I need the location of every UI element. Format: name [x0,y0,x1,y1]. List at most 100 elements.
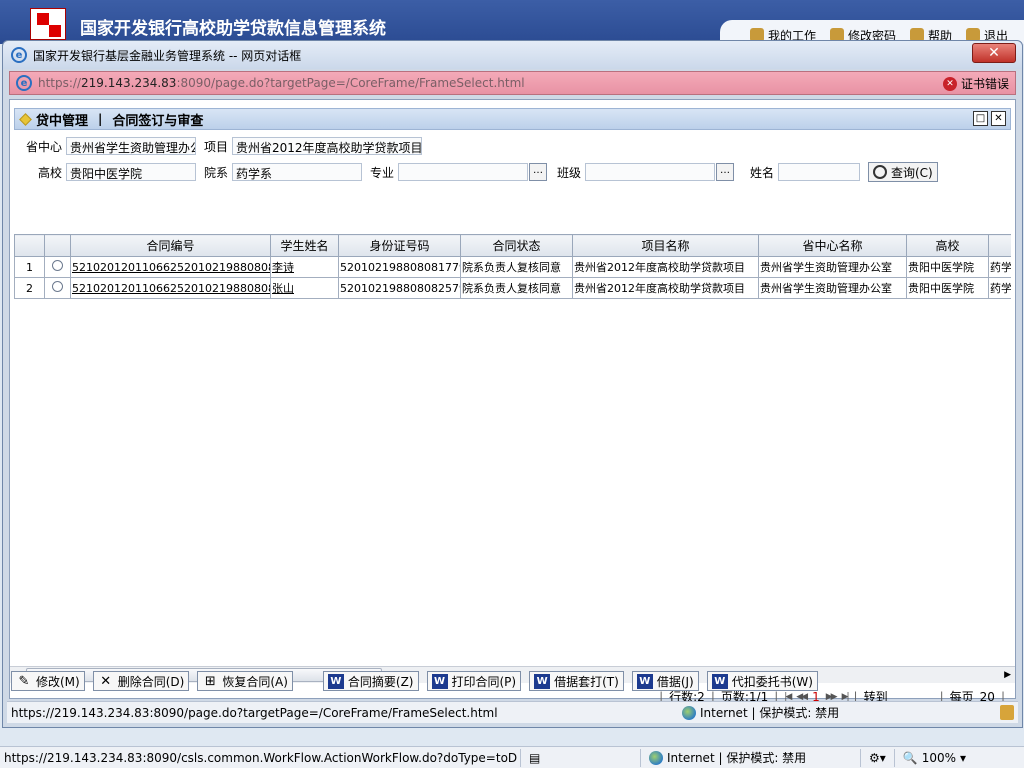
department-field[interactable]: 药学系 [232,163,362,181]
status-tools[interactable]: ⚙▾ [860,748,894,767]
restore-icon: ⊞ [204,673,216,689]
department-label: 院系 [203,165,228,180]
extra-cell: 药学 [988,277,1011,299]
class-label: 班级 [556,165,581,180]
magnifier-icon [873,165,887,179]
header-index [14,234,45,257]
contract-summary-button[interactable]: W 合同摘要(Z) [322,671,419,691]
panel-close-button[interactable]: ✕ [991,111,1006,126]
browser-status-bar: https://219.143.234.83:8090/csls.common.… [0,746,1024,768]
class-picker-button[interactable]: … [716,163,734,181]
id-number-cell: 520102198808081779 [338,256,461,278]
header-extra[interactable] [988,234,1011,257]
first-page-icon[interactable]: |◀ [784,692,792,702]
cert-error-icon: ✕ [942,76,957,91]
college-cell: 贵阳中医学院 [906,256,989,278]
breadcrumb-loan-management: 贷中管理 [36,113,89,129]
dialog-status-bar: https://219.143.234.83:8090/page.do?targ… [7,701,1018,723]
dialog-content: 贷中管理 | 合同签订与审查 □ ✕ 省中心 贵州省学生资助管理办公 项目 贵州… [9,99,1016,705]
header-college[interactable]: 高校 [906,234,989,257]
web-dialog: e 国家开发银行基层金融业务管理系统 -- 网页对话框 ✕ e https://… [2,40,1023,728]
receipt-button[interactable]: W 借据(J) [631,671,699,691]
id-number-cell: 520102198808082579 [338,277,461,299]
action-toolbar: ✎ 修改(M) ✕ 删除合同(D) ⊞ 恢复合同(A) W 合同摘要(Z) W 打印合同(… [11,671,818,691]
word-icon: W [711,673,728,689]
pencil-icon: ✎ [18,673,30,689]
contract-table: 合同编号 学生姓名 身份证号码 合同状态 项目名称 省中心名称 高校 1 521… [14,234,1011,304]
page-icon: e [16,75,32,91]
app-title: 国家开发银行高校助学贷款信息管理系统 [80,19,386,39]
cert-error-indicator[interactable]: ✕ 证书错误 [942,75,1009,92]
edit-button[interactable]: ✎ 修改(M) [11,671,85,691]
print-contract-button[interactable]: W 打印合同(P) [426,671,522,691]
header-center-name[interactable]: 省中心名称 [758,234,907,257]
name-field[interactable] [778,163,860,181]
globe-icon [682,705,696,720]
restore-contract-button[interactable]: ⊞ 恢复合同(A) [197,671,293,691]
major-picker-button[interactable]: … [529,163,547,181]
globe-icon [649,750,663,765]
header-student-name[interactable]: 学生姓名 [270,234,339,257]
delete-icon: ✕ [100,673,112,689]
query-button[interactable]: 查询(C) [868,162,938,182]
app-header: 国家开发银行高校助学贷款信息管理系统 我的工作 修改密码 帮助 退出 [0,0,1024,44]
prev-page-icon[interactable]: ◀◀ [796,692,808,702]
student-name-link[interactable]: 李诗 [270,256,339,278]
header-project-name[interactable]: 项目名称 [572,234,759,257]
word-icon: W [534,673,551,689]
table-row[interactable]: 1 521020120110662520102198808081779 李诗 5… [14,256,1011,278]
tools-icon[interactable]: ⚙▾ [869,751,886,765]
chevron-down-icon[interactable]: ▾ [960,751,966,765]
header-status[interactable]: 合同状态 [460,234,573,257]
radio-icon [52,281,63,292]
project-field[interactable]: 贵州省2012年度高校助学贷款项目 [232,137,422,155]
row-radio[interactable] [44,277,71,299]
panel-header: 贷中管理 | 合同签订与审查 □ ✕ [14,108,1011,130]
header-contract-no[interactable]: 合同编号 [70,234,271,257]
dialog-close-button[interactable]: ✕ [972,43,1016,63]
dialog-address-bar: e https://219.143.234.83:8090/page.do?ta… [9,71,1016,95]
next-page-icon[interactable]: ▶▶ [826,692,838,702]
last-page-icon[interactable]: ▶| [842,692,850,702]
word-icon: W [431,673,448,689]
panel-maximize-button[interactable]: □ [973,111,988,126]
delete-contract-button[interactable]: ✕ 删除合同(D) [92,671,190,691]
row-radio[interactable] [44,256,71,278]
province-center-field[interactable]: 贵州省学生资助管理办公 [66,137,196,155]
center-name-cell: 贵州省学生资助管理办公室 [758,256,907,278]
project-name-cell: 贵州省2012年度高校助学贷款项目 [572,277,759,299]
app-logo-icon [30,8,66,40]
word-icon: W [636,673,653,689]
header-id-number[interactable]: 身份证号码 [338,234,461,257]
zoom-control[interactable]: 🔍 100% ▾ [893,748,974,767]
lock-icon [1000,705,1014,720]
radio-icon [52,260,63,271]
table-row[interactable]: 2 521020120110662520102198808082579 张山 5… [14,277,1011,299]
college-cell: 贵阳中医学院 [906,277,989,299]
student-name-link[interactable]: 张山 [270,277,339,299]
status-zone: Internet | 保护模式: 禁用 [640,748,860,767]
dialog-title: 国家开发银行基层金融业务管理系统 -- 网页对话框 [33,48,302,63]
project-name-cell: 贵州省2012年度高校助学贷款项目 [572,256,759,278]
dialog-zone-indicator: Internet | 保护模式: 禁用 [682,704,839,721]
entrust-letter-button[interactable]: W 代扣委托书(W) [706,671,818,691]
major-field[interactable] [398,163,528,181]
province-center-label: 省中心 [25,139,62,154]
status-cell: 院系负责人复核同意 [460,277,573,299]
class-field[interactable] [585,163,715,181]
contract-no-link[interactable]: 521020120110662520102198808081779 [70,256,271,278]
contract-no-link[interactable]: 521020120110662520102198808082579 [70,277,271,299]
receipt-print-button[interactable]: W 借据套打(T) [529,671,624,691]
scroll-right-arrow-icon[interactable]: ▶ [1004,670,1011,680]
extra-cell: 药学 [988,256,1011,278]
row-index: 2 [14,277,45,299]
diamond-icon [19,112,32,126]
status-url: https://219.143.234.83:8090/csls.common.… [4,750,518,765]
table-header-row: 合同编号 学生姓名 身份证号码 合同状态 项目名称 省中心名称 高校 [14,234,1011,257]
status-cell: 院系负责人复核同意 [460,256,573,278]
status-page-icon-segment: ▤ [520,748,640,767]
breadcrumb-separator: | [98,112,103,126]
college-field[interactable]: 贵阳中医学院 [66,163,196,181]
zoom-icon: 🔍 [902,750,918,765]
dialog-titlebar: e 国家开发银行基层金融业务管理系统 -- 网页对话框 ✕ [3,41,1022,69]
